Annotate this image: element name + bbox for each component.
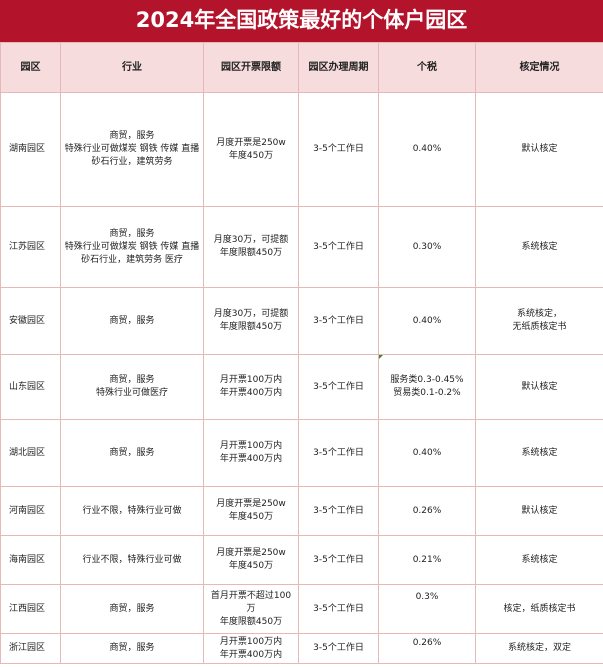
limit-cell: 月度开票是250w 年度450万 [203, 92, 299, 207]
assessment-cell: 默认核定 [475, 486, 603, 536]
assessment-cell: 核定，纸质核定书 [475, 584, 603, 634]
region-cell: 山东园区 [0, 354, 61, 420]
cycle-cell: 3-5个工作日 [298, 633, 379, 664]
header-income-tax: 个税 [378, 42, 476, 93]
table-row: 湖北园区 商贸，服务 月开票100万内 年开票400万内 3-5个工作日 0.40… [0, 419, 603, 487]
assessment-cell: 系统核定 [475, 535, 603, 585]
tax-cell: 0.40% [378, 419, 476, 487]
header-assessment: 核定情况 [475, 42, 603, 93]
limit-cell: 月度30万，可提额 年度限额450万 [203, 206, 299, 288]
cycle-cell: 3-5个工作日 [298, 287, 379, 355]
table-row: 江苏园区 商贸，服务 特殊行业可做煤炭 钢铁 传媒 直播 砂石行业，建筑劳务 医疗 … [0, 206, 603, 288]
assessment-cell: 系统核定， 无纸质核定书 [475, 287, 603, 355]
assessment-cell: 默认核定 [475, 354, 603, 420]
limit-cell: 月开票100万内 年开票400万内 [203, 354, 299, 420]
header-invoice-limit: 园区开票限额 [203, 42, 299, 93]
limit-cell: 月度30万，可提额 年度限额450万 [203, 287, 299, 355]
region-cell: 海南园区 [0, 535, 61, 585]
table-row: 山东园区 商贸，服务 特殊行业可做医疗 月开票100万内 年开票400万内 3-5个… [0, 354, 603, 420]
park-policy-table: 园区 行业 园区开票限额 园区办理周期 个税 核定情况 湖南园区 商贸，服务 特殊… [0, 42, 603, 664]
table-row: 安徽园区 商贸，服务 月度30万，可提额 年度限额450万 3-5个工作日 0.4… [0, 287, 603, 355]
limit-cell: 月度开票是250w 年度450万 [203, 535, 299, 585]
limit-cell: 月开票100万内 年开票400万内 [203, 419, 299, 487]
industry-cell: 商贸，服务 [60, 584, 204, 634]
tax-cell: 0.26% [378, 486, 476, 536]
tax-cell: 0.26% [378, 633, 476, 664]
table-row: 湖南园区 商贸，服务 特殊行业可做煤炭 钢铁 传媒 直播 砂石行业，建筑劳务 月度开… [0, 92, 603, 207]
assessment-cell: 系统核定 [475, 419, 603, 487]
region-cell: 安徽园区 [0, 287, 61, 355]
cycle-cell: 3-5个工作日 [298, 354, 379, 420]
tax-cell: 0.30% [378, 206, 476, 288]
limit-cell: 月度开票是250w 年度450万 [203, 486, 299, 536]
header-region: 园区 [0, 42, 61, 93]
assessment-cell: 系统核定，双定 [475, 633, 603, 664]
region-cell: 江苏园区 [0, 206, 61, 288]
tax-cell: 0.40% [378, 287, 476, 355]
industry-cell: 商贸，服务 [60, 419, 204, 487]
industry-cell: 商贸，服务 特殊行业可做煤炭 钢铁 传媒 直播 砂石行业，建筑劳务 [60, 92, 204, 207]
industry-cell: 商贸，服务 特殊行业可做医疗 [60, 354, 204, 420]
region-cell: 湖北园区 [0, 419, 61, 487]
tax-cell: 0.21% [378, 535, 476, 585]
limit-cell: 首月开票不超过100 万年度限额450万 [203, 584, 299, 634]
industry-cell: 行业不限，特殊行业可做 [60, 535, 204, 585]
limit-cell: 月开票100万内 年开票400万内 [203, 633, 299, 664]
region-cell: 浙江园区 [0, 633, 61, 664]
cycle-cell: 3-5个工作日 [298, 206, 379, 288]
cycle-cell: 3-5个工作日 [298, 584, 379, 634]
header-industry: 行业 [60, 42, 204, 93]
industry-cell: 商贸，服务 [60, 633, 204, 664]
cycle-cell: 3-5个工作日 [298, 419, 379, 487]
assessment-cell: 系统核定 [475, 206, 603, 288]
header-processing-cycle: 园区办理周期 [298, 42, 379, 93]
industry-cell: 商贸，服务 特殊行业可做煤炭 钢铁 传媒 直播 砂石行业，建筑劳务 医疗 [60, 206, 204, 288]
industry-cell: 商贸，服务 [60, 287, 204, 355]
region-cell: 湖南园区 [0, 92, 61, 207]
table-row: 海南园区 行业不限，特殊行业可做 月度开票是250w 年度450万 3-5个工作日… [0, 535, 603, 585]
cycle-cell: 3-5个工作日 [298, 92, 379, 207]
table-row: 河南园区 行业不限，特殊行业可做 月度开票是250w 年度450万 3-5个工作日… [0, 486, 603, 536]
assessment-cell: 默认核定 [475, 92, 603, 207]
tax-cell: 服务类0.3-0.45% 贸易类0.1-0.2% [378, 354, 476, 420]
table-row: 江西园区 商贸，服务 首月开票不超过100 万年度限额450万 3-5个工作日 0… [0, 584, 603, 634]
table-header-row: 园区 行业 园区开票限额 园区办理周期 个税 核定情况 [0, 42, 603, 93]
page-title: 2024年全国政策最好的个体户园区 [0, 0, 603, 42]
region-cell: 江西园区 [0, 584, 61, 634]
tax-cell: 0.3% [378, 584, 476, 634]
table-row: 浙江园区 商贸，服务 月开票100万内 年开票400万内 3-5个工作日 0.26… [0, 633, 603, 664]
cycle-cell: 3-5个工作日 [298, 486, 379, 536]
cycle-cell: 3-5个工作日 [298, 535, 379, 585]
tax-cell: 0.40% [378, 92, 476, 207]
region-cell: 河南园区 [0, 486, 61, 536]
industry-cell: 行业不限，特殊行业可做 [60, 486, 204, 536]
